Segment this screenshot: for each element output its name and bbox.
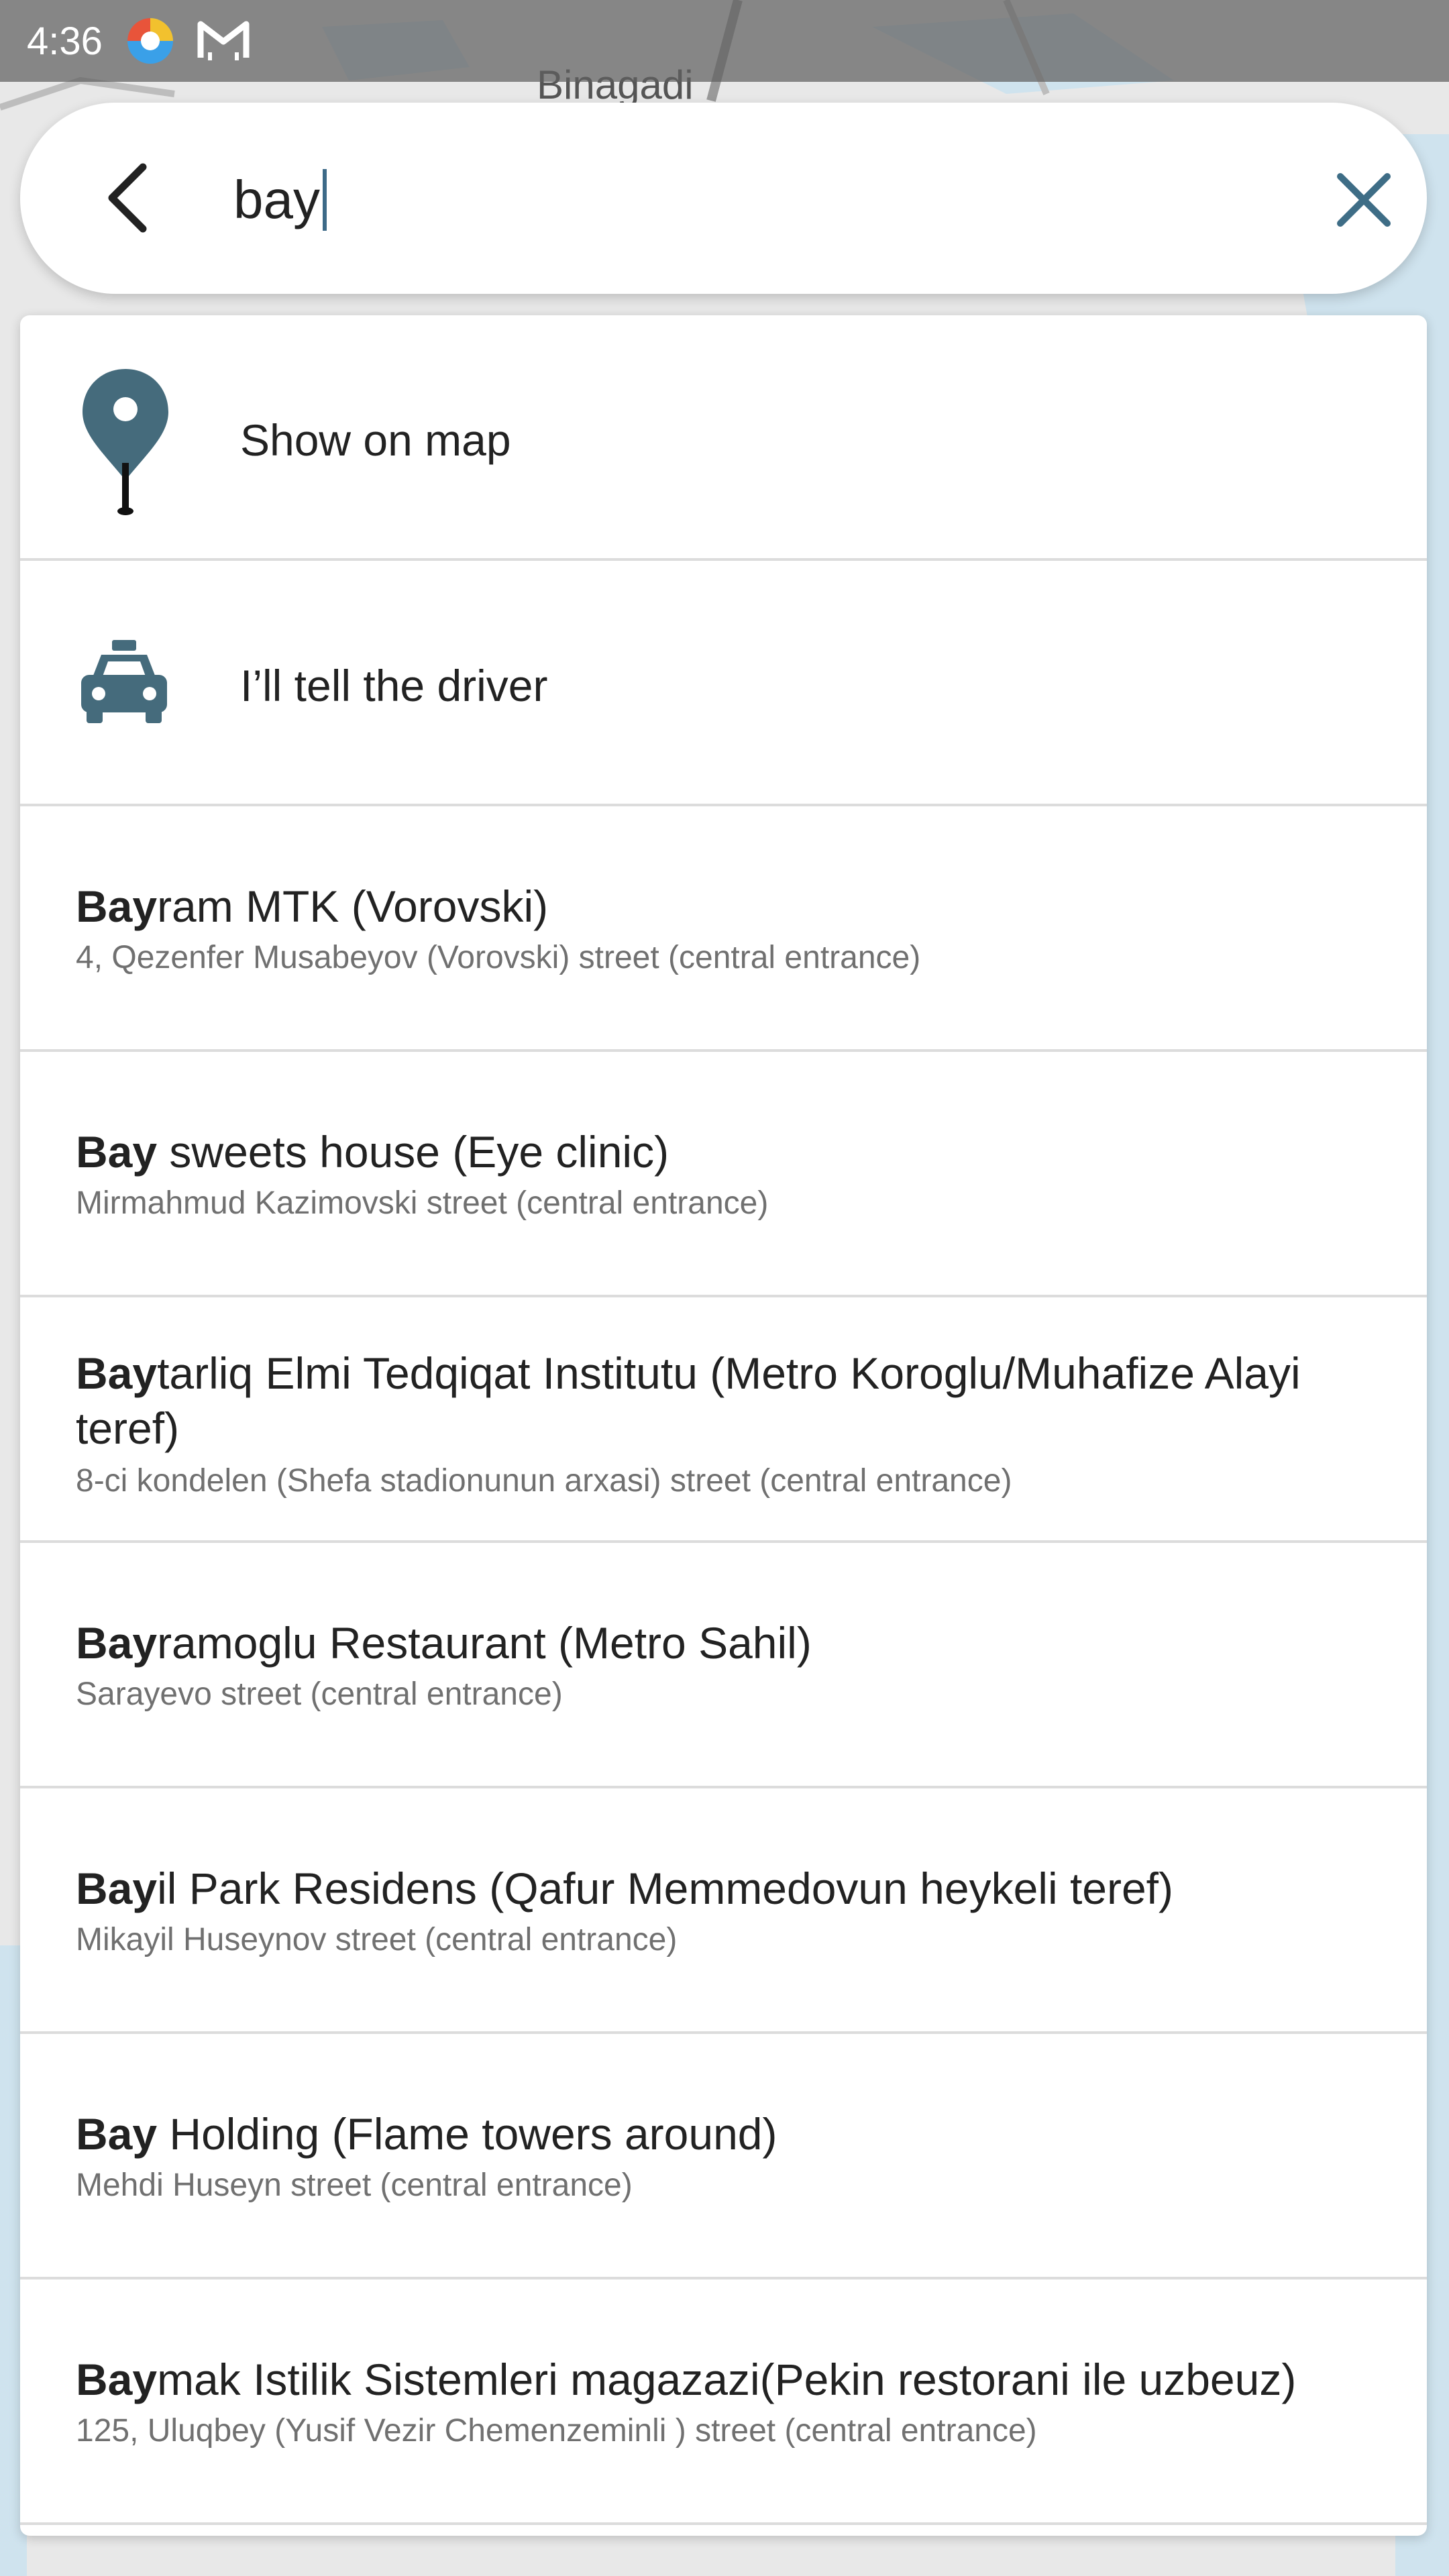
- result-title: Baymak Istilik Sistemleri magazazi(Pekin…: [76, 2352, 1387, 2407]
- search-query-text: bay: [233, 170, 320, 229]
- result-match: Bay: [76, 1618, 158, 1668]
- result-item-7[interactable]: Baymak Istilik Sistemleri magazazi(Pekin…: [20, 2279, 1427, 2525]
- mail-notification-icon: [197, 21, 250, 60]
- result-title: Bayil Park Residens (Qafur Memmedovun he…: [76, 1861, 1387, 1916]
- result-match: Bay: [76, 1864, 158, 1913]
- result-address: Sarayevo street (central entrance): [76, 1676, 563, 1712]
- result-title: Bay Holding (Flame towers around): [76, 2106, 1387, 2161]
- result-match: Bay: [76, 1348, 158, 1398]
- result-match: Bay: [76, 881, 158, 931]
- result-address: 125, Uluqbey (Yusif Vezir Chemenzeminli …: [76, 2413, 1037, 2449]
- result-rest: mak Istilik Sistemleri magazazi(Pekin re…: [157, 2355, 1297, 2404]
- result-item-1[interactable]: Bayram MTK (Vorovski) 4, Qezenfer Musabe…: [20, 806, 1427, 1052]
- result-match: Bay: [76, 2355, 158, 2404]
- text-caret: [322, 169, 327, 231]
- result-title: Bayram MTK (Vorovski): [76, 879, 1387, 934]
- result-rest: sweets house (Eye clinic): [157, 1127, 669, 1177]
- tell-driver-item[interactable]: I’ll tell the driver: [20, 561, 1427, 806]
- result-title: Baytarliq Elmi Tedqiqat Institutu (Metro…: [76, 1346, 1387, 1456]
- result-title: Bayramoglu Restaurant (Metro Sahil): [76, 1615, 1387, 1670]
- result-match: Bay: [76, 2109, 158, 2159]
- result-rest: il Park Residens (Qafur Memmedovun heyke…: [157, 1864, 1173, 1913]
- result-item-5[interactable]: Bayil Park Residens (Qafur Memmedovun he…: [20, 1788, 1427, 2034]
- result-rest: tarliq Elmi Tedqiqat Institutu (Metro Ko…: [76, 1348, 1301, 1453]
- tell-driver-label: I’ll tell the driver: [240, 661, 548, 710]
- result-item-2[interactable]: Bay sweets house (Eye clinic) Mirmahmud …: [20, 1052, 1427, 1297]
- clear-search-icon[interactable]: [1327, 163, 1401, 237]
- result-rest: ramoglu Restaurant (Metro Sahil): [157, 1618, 812, 1668]
- result-title: Bay sweets house (Eye clinic): [76, 1124, 1387, 1179]
- browser-notification-icon: [127, 18, 173, 64]
- status-bar: 4:36: [0, 0, 1449, 82]
- result-item-4[interactable]: Bayramoglu Restaurant (Metro Sahil) Sara…: [20, 1543, 1427, 1788]
- result-address: Mikayil Huseynov street (central entranc…: [76, 1922, 678, 1957]
- result-address: Mehdi Huseyn street (central entrance): [76, 2167, 633, 2203]
- result-address: Mirmahmud Kazimovski street (central ent…: [76, 1185, 769, 1221]
- result-rest: Holding (Flame towers around): [157, 2109, 777, 2159]
- result-address: 4, Qezenfer Musabeyov (Vorovski) street …: [76, 940, 921, 975]
- show-on-map-label: Show on map: [240, 415, 511, 465]
- search-results-panel: Show on map I’ll tell the driver Bayram …: [20, 315, 1427, 2536]
- search-bar: bay: [20, 103, 1427, 294]
- back-arrow-icon[interactable]: [91, 158, 171, 238]
- result-item-6[interactable]: Bay Holding (Flame towers around) Mehdi …: [20, 2034, 1427, 2279]
- result-match: Bay: [76, 1127, 158, 1177]
- map-pin-icon: [83, 369, 168, 515]
- show-on-map-item[interactable]: Show on map: [20, 315, 1427, 561]
- result-address: 8-ci kondelen (Shefa stadionunun arxasi)…: [76, 1463, 1012, 1499]
- status-icons: [124, 15, 250, 67]
- result-rest: ram MTK (Vorovski): [157, 881, 549, 931]
- status-time: 4:36: [27, 19, 103, 63]
- search-input[interactable]: bay: [233, 163, 1273, 237]
- taxi-icon: [81, 640, 167, 723]
- result-item-3[interactable]: Baytarliq Elmi Tedqiqat Institutu (Metro…: [20, 1297, 1427, 1543]
